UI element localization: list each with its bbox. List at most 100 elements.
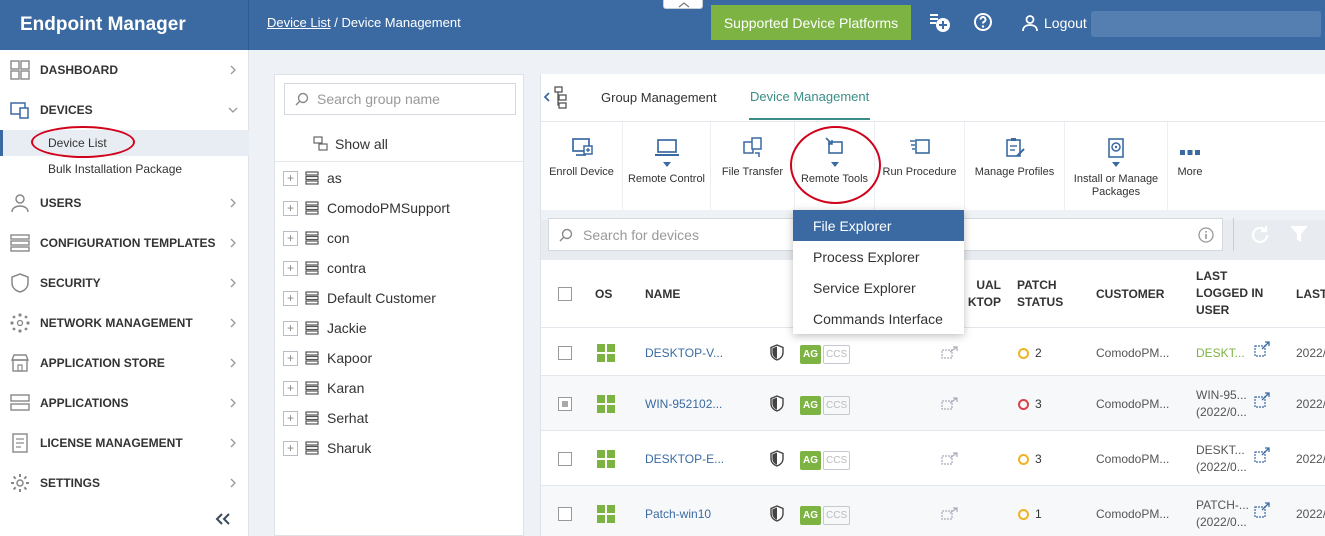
group-node[interactable]: + Karan <box>283 373 364 403</box>
group-node[interactable]: + con <box>283 223 350 253</box>
virtual-desktop-icon[interactable] <box>941 452 959 466</box>
col-customer[interactable]: CUSTOMER <box>1096 286 1164 303</box>
table-row[interactable]: Patch-win10 AG CCS 1 ComodoPM... PATCH-... (20… <box>541 486 1325 536</box>
remote-control-button[interactable]: Remote Control <box>623 122 711 210</box>
supported-device-platforms-button[interactable]: Supported Device Platforms <box>711 5 911 40</box>
menu-item-commands-interface[interactable]: Commands Interface <box>793 303 964 334</box>
row-checkbox[interactable] <box>558 507 572 521</box>
info-icon[interactable] <box>1198 227 1214 243</box>
expand-plus-icon[interactable]: + <box>283 320 298 336</box>
tab-group-management[interactable]: Group Management <box>601 74 717 120</box>
sidebar-item-users[interactable]: USERS <box>0 183 249 223</box>
patch-status[interactable]: 2 <box>1018 345 1042 362</box>
virtual-desktop-icon[interactable] <box>941 346 959 360</box>
breadcrumb-device-list-link[interactable]: Device List <box>267 15 331 30</box>
collapse-sidebar-icon[interactable] <box>214 512 232 526</box>
patch-count: 1 <box>1035 507 1042 521</box>
virtual-desktop-icon[interactable] <box>941 397 959 411</box>
logout-button[interactable]: Logout <box>1021 14 1087 32</box>
remote-login-icon[interactable] <box>1254 341 1270 357</box>
group-node[interactable]: + as <box>283 163 342 193</box>
col-patch-status[interactable]: PATCH STATUS <box>1017 277 1077 311</box>
row-checkbox[interactable] <box>558 346 572 360</box>
sidebar-item-application-store[interactable]: APPLICATION STORE <box>0 343 249 383</box>
patch-status[interactable]: 3 <box>1018 451 1042 468</box>
install-manage-packages-button[interactable]: Install or Manage Packages <box>1065 122 1168 210</box>
menu-item-service-explorer[interactable]: Service Explorer <box>793 272 964 303</box>
sidebar-item-devices[interactable]: DEVICES <box>0 90 249 130</box>
table-row[interactable]: DESKTOP-V... AG CCS 2 ComodoPM... DESKT... 202… <box>541 329 1325 376</box>
sidebar-item-license-management[interactable]: LICENSE MANAGEMENT <box>0 423 249 463</box>
virtual-desktop-icon[interactable] <box>941 507 959 521</box>
group-node[interactable]: + Serhat <box>283 403 368 433</box>
remote-login-icon[interactable] <box>1254 502 1270 518</box>
chevron-right-icon <box>230 438 236 448</box>
network-icon <box>10 313 30 333</box>
remote-login-icon[interactable] <box>1254 447 1270 463</box>
group-node[interactable]: + Kapoor <box>283 343 372 373</box>
expand-plus-icon[interactable]: + <box>283 440 298 456</box>
sidebar-item-network-management[interactable]: NETWORK MANAGEMENT <box>0 303 249 343</box>
expand-plus-icon[interactable]: + <box>283 410 298 426</box>
remote-tools-button[interactable]: Remote Tools <box>795 122 875 210</box>
sidebar-item-settings[interactable]: SETTINGS <box>0 463 249 503</box>
filter-icon[interactable] <box>1289 224 1309 244</box>
table-row[interactable]: DESKTOP-E... AG CCS 3 ComodoPM... DESKT... (20… <box>541 431 1325 486</box>
header-collapse-handle[interactable] <box>663 0 703 9</box>
group-node[interactable]: + Sharuk <box>283 433 371 463</box>
expand-plus-icon[interactable]: + <box>283 230 298 246</box>
toggle-tree-icon[interactable] <box>543 84 569 110</box>
remote-login-icon[interactable] <box>1254 392 1270 408</box>
patch-status[interactable]: 3 <box>1018 396 1042 413</box>
sidebar-item-dashboard[interactable]: DASHBOARD <box>0 50 249 90</box>
device-name-link[interactable]: DESKTOP-V... <box>645 345 723 362</box>
expand-plus-icon[interactable]: + <box>283 170 298 186</box>
expand-plus-icon[interactable]: + <box>283 290 298 306</box>
col-last[interactable]: LAST <box>1296 286 1325 303</box>
expand-plus-icon[interactable]: + <box>283 200 298 216</box>
sidebar-sub-bulk-installation-package[interactable]: Bulk Installation Package <box>0 156 249 182</box>
expand-plus-icon[interactable]: + <box>283 260 298 276</box>
col-last-logged-in-user[interactable]: LAST LOGGED IN USER <box>1196 268 1268 319</box>
run-procedure-button[interactable]: Run Procedure <box>875 122 965 210</box>
help-icon[interactable] <box>972 11 994 33</box>
show-all-button[interactable]: Show all <box>275 126 523 162</box>
device-name-link[interactable]: WIN-952102... <box>645 396 722 413</box>
file-transfer-button[interactable]: File Transfer <box>711 122 795 210</box>
manage-profiles-button[interactable]: Manage Profiles <box>965 122 1065 210</box>
sidebar-item-configuration-templates[interactable]: CONFIGURATION TEMPLATES <box>0 223 249 263</box>
col-name[interactable]: NAME <box>645 286 680 303</box>
packages-icon <box>1108 138 1124 158</box>
sidebar-item-applications[interactable]: APPLICATIONS <box>0 383 249 423</box>
row-checkbox[interactable] <box>558 452 572 466</box>
sidebar-sub-device-list[interactable]: Device List <box>0 130 249 156</box>
more-button[interactable]: More <box>1168 122 1212 210</box>
group-search-input[interactable] <box>317 91 507 107</box>
top-header: Endpoint Manager Device List / Device Ma… <box>0 0 1325 50</box>
enroll-device-button[interactable]: Enroll Device <box>541 122 623 210</box>
chevron-up-icon <box>678 2 690 8</box>
agent-badges: AG CCS <box>800 396 851 415</box>
table-row[interactable]: WIN-952102... AG CCS 3 ComodoPM... WIN-95...(… <box>541 376 1325 431</box>
chevron-right-icon <box>230 198 236 208</box>
add-device-icon[interactable] <box>928 11 952 35</box>
select-all-checkbox[interactable] <box>558 287 572 301</box>
sidebar-item-security[interactable]: SECURITY <box>0 263 249 303</box>
menu-item-file-explorer[interactable]: File Explorer <box>793 210 964 241</box>
expand-plus-icon[interactable]: + <box>283 350 298 366</box>
dropdown-caret-icon <box>662 162 671 167</box>
refresh-icon[interactable] <box>1249 224 1271 246</box>
menu-item-process-explorer[interactable]: Process Explorer <box>793 241 964 272</box>
device-name-link[interactable]: DESKTOP-E... <box>645 451 724 468</box>
expand-plus-icon[interactable]: + <box>283 380 298 396</box>
group-node[interactable]: + ComodoPMSupport <box>283 193 450 223</box>
group-node[interactable]: + Default Customer <box>283 283 436 313</box>
group-node-label: Serhat <box>327 410 369 426</box>
device-name-link[interactable]: Patch-win10 <box>645 506 711 523</box>
patch-status[interactable]: 1 <box>1018 506 1042 523</box>
col-os[interactable]: OS <box>595 286 612 303</box>
row-checkbox[interactable] <box>558 397 572 411</box>
group-node[interactable]: + Jackie <box>283 313 367 343</box>
tab-device-management[interactable]: Device Management <box>749 74 871 120</box>
group-node[interactable]: + contra <box>283 253 366 283</box>
